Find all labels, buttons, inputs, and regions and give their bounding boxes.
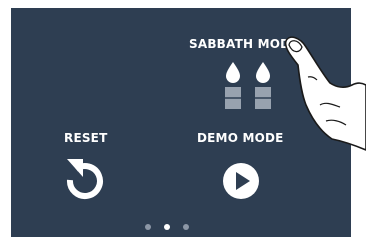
- page-dot-2-active[interactable]: [164, 224, 170, 230]
- sabbath-mode-button[interactable]: SABBATH MODE: [181, 28, 331, 120]
- demo-mode-label: DEMO MODE: [197, 131, 284, 145]
- page-dot-1[interactable]: [145, 224, 151, 230]
- demo-mode-button[interactable]: DEMO MODE: [189, 126, 309, 216]
- control-panel-screen: SABBATH MODE RESET DEMO MODE: [11, 8, 351, 237]
- reset-arrow-icon: [66, 159, 103, 200]
- sabbath-mode-label: SABBATH MODE: [189, 37, 299, 51]
- reset-button[interactable]: RESET: [49, 126, 139, 216]
- page-indicator: [145, 222, 205, 232]
- reset-label: RESET: [64, 131, 108, 145]
- candles-icon: [225, 62, 271, 109]
- page-dot-3[interactable]: [183, 224, 189, 230]
- play-icon: [223, 163, 259, 199]
